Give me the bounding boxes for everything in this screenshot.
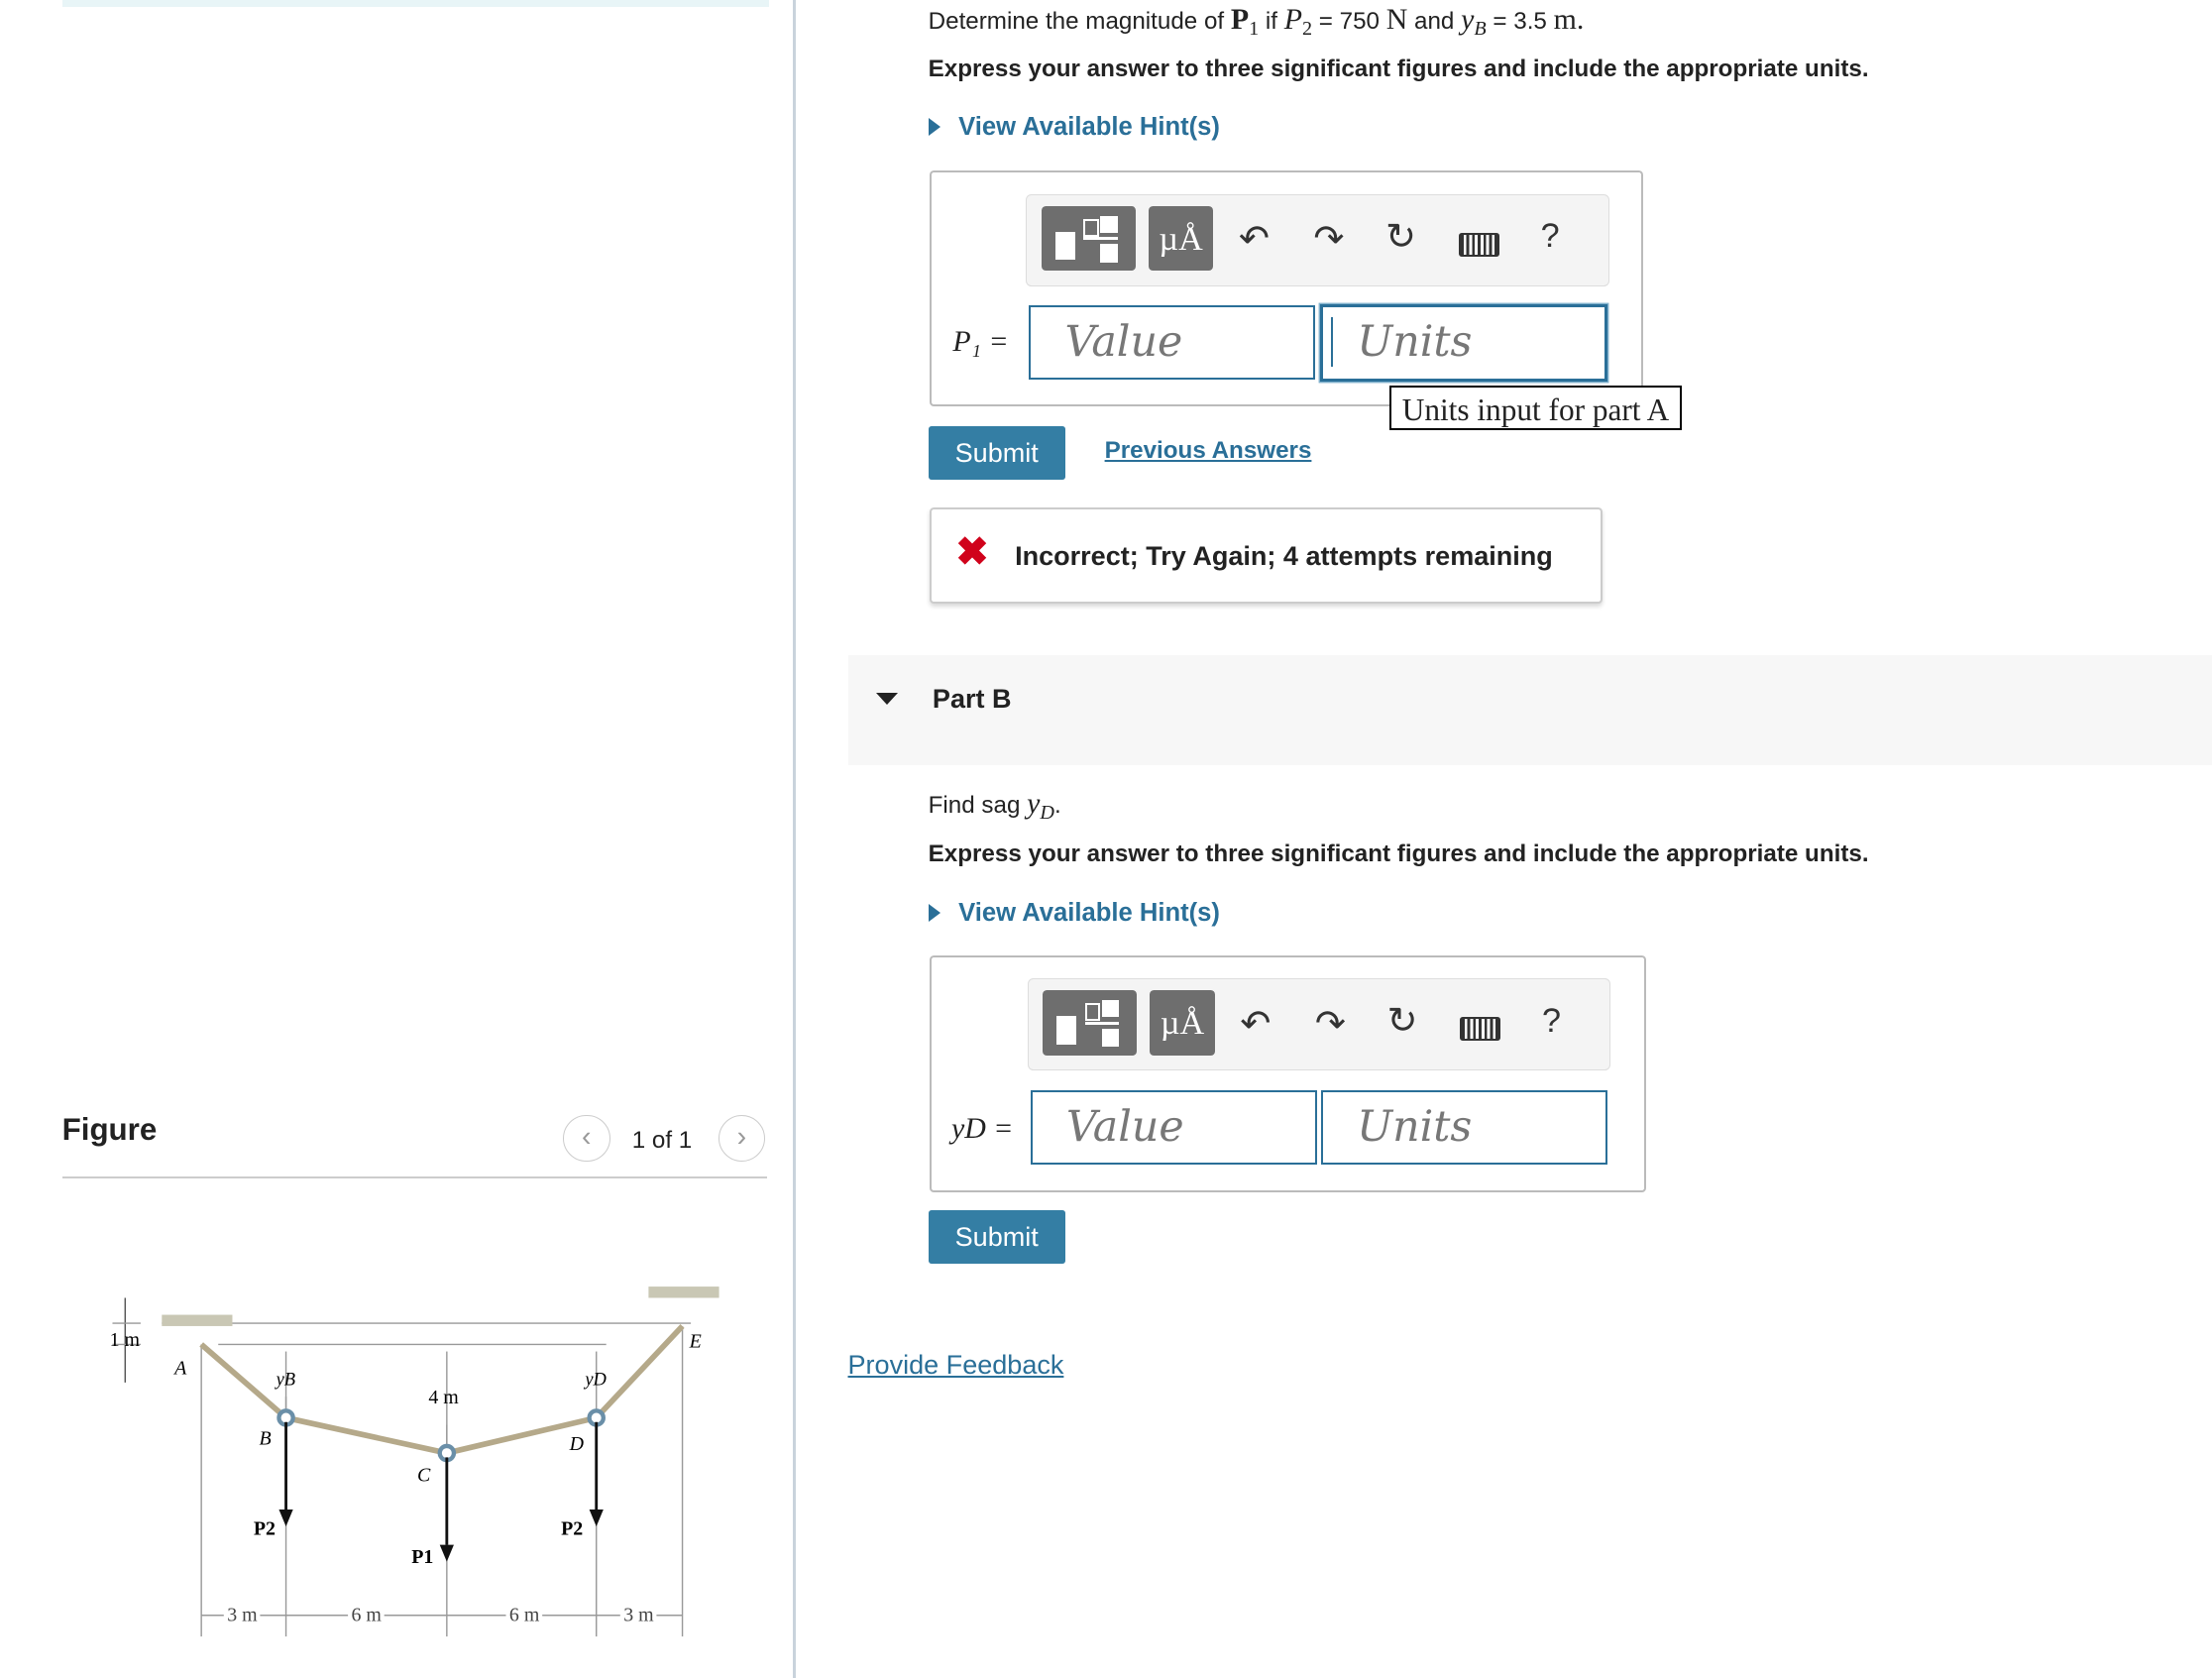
label-A: A xyxy=(173,1357,188,1379)
partB-units-input[interactable]: Units xyxy=(1320,1089,1607,1165)
label-1m: 1 m xyxy=(110,1329,141,1351)
help-icon[interactable]: ? xyxy=(1541,217,1560,256)
figure-pager: 1 of 1 xyxy=(631,1127,693,1155)
figure-panel-topbar xyxy=(61,0,769,8)
chevron-left-icon[interactable]: ‹ xyxy=(562,1114,610,1163)
undo-icon[interactable]: ↶ xyxy=(1239,217,1270,260)
panel-divider[interactable] xyxy=(793,0,796,1678)
partB-instruction: Express your answer to three significant… xyxy=(928,840,1869,868)
label-dim-1: 3 m xyxy=(228,1605,259,1626)
feedback-text: Incorrect; Try Again; 4 attempts remaini… xyxy=(1015,540,1553,571)
label-P2-right: P2 xyxy=(562,1518,584,1540)
caret-right-icon xyxy=(928,904,941,923)
partA-var-label: P₁ = xyxy=(952,324,1009,358)
partB-title: Part B xyxy=(932,684,1012,715)
partB-header[interactable]: Part B xyxy=(847,654,2212,765)
partB-value-input[interactable]: Value xyxy=(1030,1089,1317,1165)
chevron-right-icon[interactable]: › xyxy=(718,1114,766,1163)
label-yD: yD xyxy=(584,1371,608,1391)
provide-feedback-link[interactable]: Provide Feedback xyxy=(848,1350,1064,1381)
keyboard-icon[interactable] xyxy=(1459,233,1500,257)
help-icon[interactable]: ? xyxy=(1542,1002,1561,1041)
label-dim-2: 6 m xyxy=(352,1605,383,1626)
partA-answer-box: µÅ ↶ ↷ ↻ ? P₁ = Value Units xyxy=(930,170,1644,406)
partA-value-input[interactable]: Value xyxy=(1029,305,1316,381)
partA-prompt: Determine the magnitude of P1 if P2 = 75… xyxy=(928,2,1585,40)
redo-icon[interactable]: ↷ xyxy=(1313,217,1344,260)
partB-prompt: Find sag yD. xyxy=(928,787,1061,825)
reset-icon[interactable]: ↻ xyxy=(1386,999,1417,1042)
figure-title: Figure xyxy=(61,1111,158,1147)
units-tooltip: Units input for part A xyxy=(1389,385,1682,431)
partB-answer-box: µÅ ↶ ↷ ↻ ? yD = Value Units xyxy=(930,954,1646,1192)
label-C: C xyxy=(417,1465,431,1487)
partB-submit-button[interactable]: Submit xyxy=(928,1210,1065,1265)
redo-icon[interactable]: ↷ xyxy=(1315,1002,1346,1045)
templates-button[interactable] xyxy=(1041,205,1137,272)
partA-units-input[interactable]: Units xyxy=(1319,303,1607,382)
partA-instruction: Express your answer to three significant… xyxy=(928,55,1869,82)
label-dim-4: 3 m xyxy=(624,1605,655,1626)
partB-math-toolbar: µÅ ↶ ↷ ↻ ? xyxy=(1027,978,1611,1071)
label-E: E xyxy=(689,1330,702,1352)
label-dim-3: 6 m xyxy=(509,1605,540,1626)
label-P2-left: P2 xyxy=(254,1518,276,1540)
label-yB: yB xyxy=(275,1371,296,1391)
figure-divider xyxy=(61,1176,768,1178)
error-x-icon: ✖ xyxy=(955,530,989,575)
previous-answers-link[interactable]: Previous Answers xyxy=(1105,437,1312,465)
cable-diagram: 1 m A B C D E yB yD 4 m P2 P1 P2 3 m 6 m… xyxy=(110,1286,719,1637)
partA-submit-button[interactable]: Submit xyxy=(928,425,1065,480)
label-P1: P1 xyxy=(412,1546,434,1568)
units-button[interactable]: µÅ xyxy=(1150,990,1215,1056)
keyboard-icon[interactable] xyxy=(1460,1017,1501,1042)
caret-down-icon xyxy=(875,692,898,706)
templates-button[interactable] xyxy=(1043,990,1138,1056)
label-D: D xyxy=(569,1433,585,1455)
partA-hint-toggle[interactable]: View Available Hint(s) xyxy=(928,113,1220,142)
partA-feedback: ✖ Incorrect; Try Again; 4 attempts remai… xyxy=(930,507,1603,604)
undo-icon[interactable]: ↶ xyxy=(1240,1002,1271,1045)
label-4m: 4 m xyxy=(429,1387,460,1408)
reset-icon[interactable]: ↻ xyxy=(1385,215,1416,258)
partB-hint-toggle[interactable]: View Available Hint(s) xyxy=(928,899,1220,928)
partA-math-toolbar: µÅ ↶ ↷ ↻ ? xyxy=(1026,193,1609,286)
caret-right-icon xyxy=(928,118,941,137)
label-B: B xyxy=(260,1428,272,1450)
partB-var-label: yD = xyxy=(951,1112,1014,1146)
units-button[interactable]: µÅ xyxy=(1148,205,1214,272)
